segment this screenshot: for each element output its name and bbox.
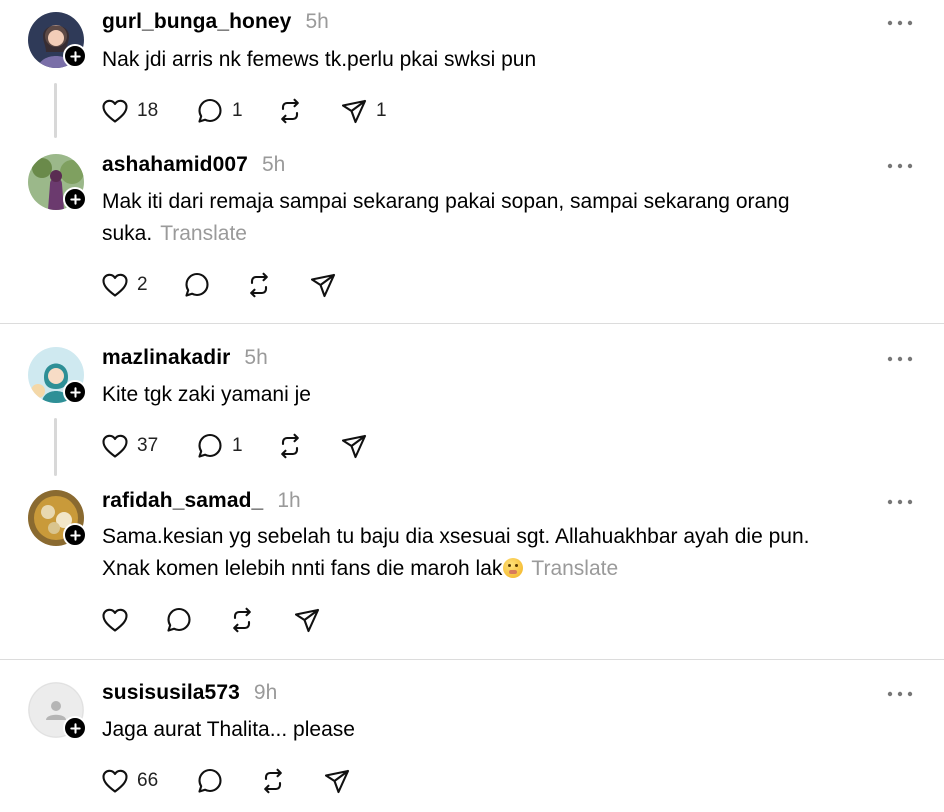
share-button[interactable] bbox=[293, 606, 321, 634]
post-rafidah-samad: rafidah_samad_ 1h Sama.kesian yg sebelah… bbox=[0, 486, 944, 659]
reply-icon bbox=[165, 606, 193, 634]
reply-button[interactable]: 1 bbox=[196, 432, 243, 460]
post-text-line: suka. bbox=[102, 222, 153, 245]
like-count: 66 bbox=[137, 770, 159, 791]
username[interactable]: ashahamid007 bbox=[102, 153, 248, 177]
post-gurl-bunga-honey: gurl_bunga_honey 5h Nak jdi arris nk fem… bbox=[0, 0, 944, 150]
post-ashahamid007: ashahamid007 5h Mak iti dari remaja samp… bbox=[0, 150, 944, 323]
repost-button[interactable] bbox=[276, 432, 304, 460]
follow-plus-icon[interactable] bbox=[63, 523, 87, 547]
more-options-icon[interactable] bbox=[886, 161, 914, 171]
repost-icon bbox=[276, 97, 304, 125]
timestamp: 1h bbox=[277, 489, 301, 512]
share-button[interactable] bbox=[323, 767, 351, 795]
post-text-line: Sama.kesian yg sebelah tu baju dia xsesu… bbox=[102, 525, 810, 548]
reply-button[interactable] bbox=[165, 606, 193, 634]
username[interactable]: mazlinakadir bbox=[102, 346, 230, 370]
repost-icon bbox=[259, 767, 287, 795]
follow-plus-icon[interactable] bbox=[63, 716, 87, 740]
username[interactable]: rafidah_samad_ bbox=[102, 489, 263, 513]
reply-button[interactable] bbox=[196, 767, 224, 795]
post-text-content: Jaga aurat Thalita... please bbox=[102, 718, 355, 741]
repost-button[interactable] bbox=[228, 606, 256, 634]
heart-icon bbox=[101, 432, 129, 460]
like-button[interactable]: 37 bbox=[101, 432, 158, 460]
share-button[interactable] bbox=[309, 271, 337, 299]
reply-count: 1 bbox=[232, 100, 243, 121]
repost-button[interactable] bbox=[245, 271, 273, 299]
timestamp: 5h bbox=[244, 346, 268, 369]
timestamp: 9h bbox=[253, 681, 278, 704]
share-button[interactable]: 1 bbox=[340, 97, 387, 125]
shushing-face-emoji-icon bbox=[503, 558, 524, 578]
like-button[interactable]: 66 bbox=[101, 767, 158, 795]
heart-icon bbox=[101, 97, 129, 125]
repost-button[interactable] bbox=[259, 767, 287, 795]
like-button[interactable]: 2 bbox=[101, 271, 148, 299]
post-text: Mak iti dari remaja sampai sekarang paka… bbox=[102, 186, 892, 250]
like-count: 37 bbox=[137, 435, 159, 456]
follow-plus-icon[interactable] bbox=[63, 380, 87, 404]
send-icon bbox=[340, 432, 368, 460]
heart-icon bbox=[101, 606, 129, 634]
translate-link[interactable]: Translate bbox=[160, 222, 247, 245]
post-text: Nak jdi arris nk femews tk.perlu pkai sw… bbox=[102, 44, 892, 76]
thread-line bbox=[54, 83, 57, 138]
username[interactable]: gurl_bunga_honey bbox=[102, 10, 291, 34]
post-text-line: Mak iti dari remaja sampai sekarang paka… bbox=[102, 190, 790, 213]
heart-icon bbox=[101, 271, 129, 299]
reply-icon bbox=[183, 271, 211, 299]
post-text-line: Xnak komen lelebih nnti fans die maroh l… bbox=[102, 557, 503, 580]
reply-icon bbox=[196, 97, 224, 125]
translate-link[interactable]: Translate bbox=[531, 557, 618, 580]
reply-count: 1 bbox=[232, 435, 243, 456]
send-icon bbox=[340, 97, 368, 125]
username[interactable]: susisusila573 bbox=[102, 681, 240, 705]
post-text-content: Nak jdi arris nk femews tk.perlu pkai sw… bbox=[102, 48, 537, 71]
timestamp: 5h bbox=[261, 153, 286, 176]
like-button[interactable] bbox=[101, 606, 129, 634]
reply-button[interactable] bbox=[183, 271, 211, 299]
like-button[interactable]: 18 bbox=[101, 97, 158, 125]
heart-icon bbox=[101, 767, 129, 795]
post-mazlinakadir: mazlinakadir 5h Kite tgk zaki yamani je … bbox=[0, 324, 944, 486]
follow-plus-icon[interactable] bbox=[63, 187, 87, 211]
repost-icon bbox=[228, 606, 256, 634]
reply-icon bbox=[196, 432, 224, 460]
post-text: Sama.kesian yg sebelah tu baju dia xsesu… bbox=[102, 521, 892, 585]
more-options-icon[interactable] bbox=[886, 354, 914, 364]
repost-button[interactable] bbox=[276, 97, 304, 125]
post-text-content: Kite tgk zaki yamani je bbox=[102, 383, 311, 406]
follow-plus-icon[interactable] bbox=[63, 44, 87, 68]
reply-icon bbox=[196, 767, 224, 795]
like-count: 2 bbox=[137, 274, 148, 295]
repost-icon bbox=[245, 271, 273, 299]
more-options-icon[interactable] bbox=[886, 497, 914, 507]
more-options-icon[interactable] bbox=[886, 689, 914, 699]
send-icon bbox=[323, 767, 351, 795]
send-icon bbox=[309, 271, 337, 299]
like-count: 18 bbox=[137, 100, 159, 121]
post-text: Jaga aurat Thalita... please bbox=[102, 714, 892, 746]
send-icon bbox=[293, 606, 321, 634]
timestamp: 5h bbox=[305, 10, 329, 33]
more-options-icon[interactable] bbox=[886, 18, 914, 28]
thread-line bbox=[54, 418, 57, 476]
share-count: 1 bbox=[376, 100, 387, 121]
repost-icon bbox=[276, 432, 304, 460]
share-button[interactable] bbox=[340, 432, 368, 460]
post-susisusila573: susisusila573 9h Jaga aurat Thalita... p… bbox=[0, 660, 944, 812]
post-text: Kite tgk zaki yamani je bbox=[102, 379, 892, 411]
reply-button[interactable]: 1 bbox=[196, 97, 243, 125]
